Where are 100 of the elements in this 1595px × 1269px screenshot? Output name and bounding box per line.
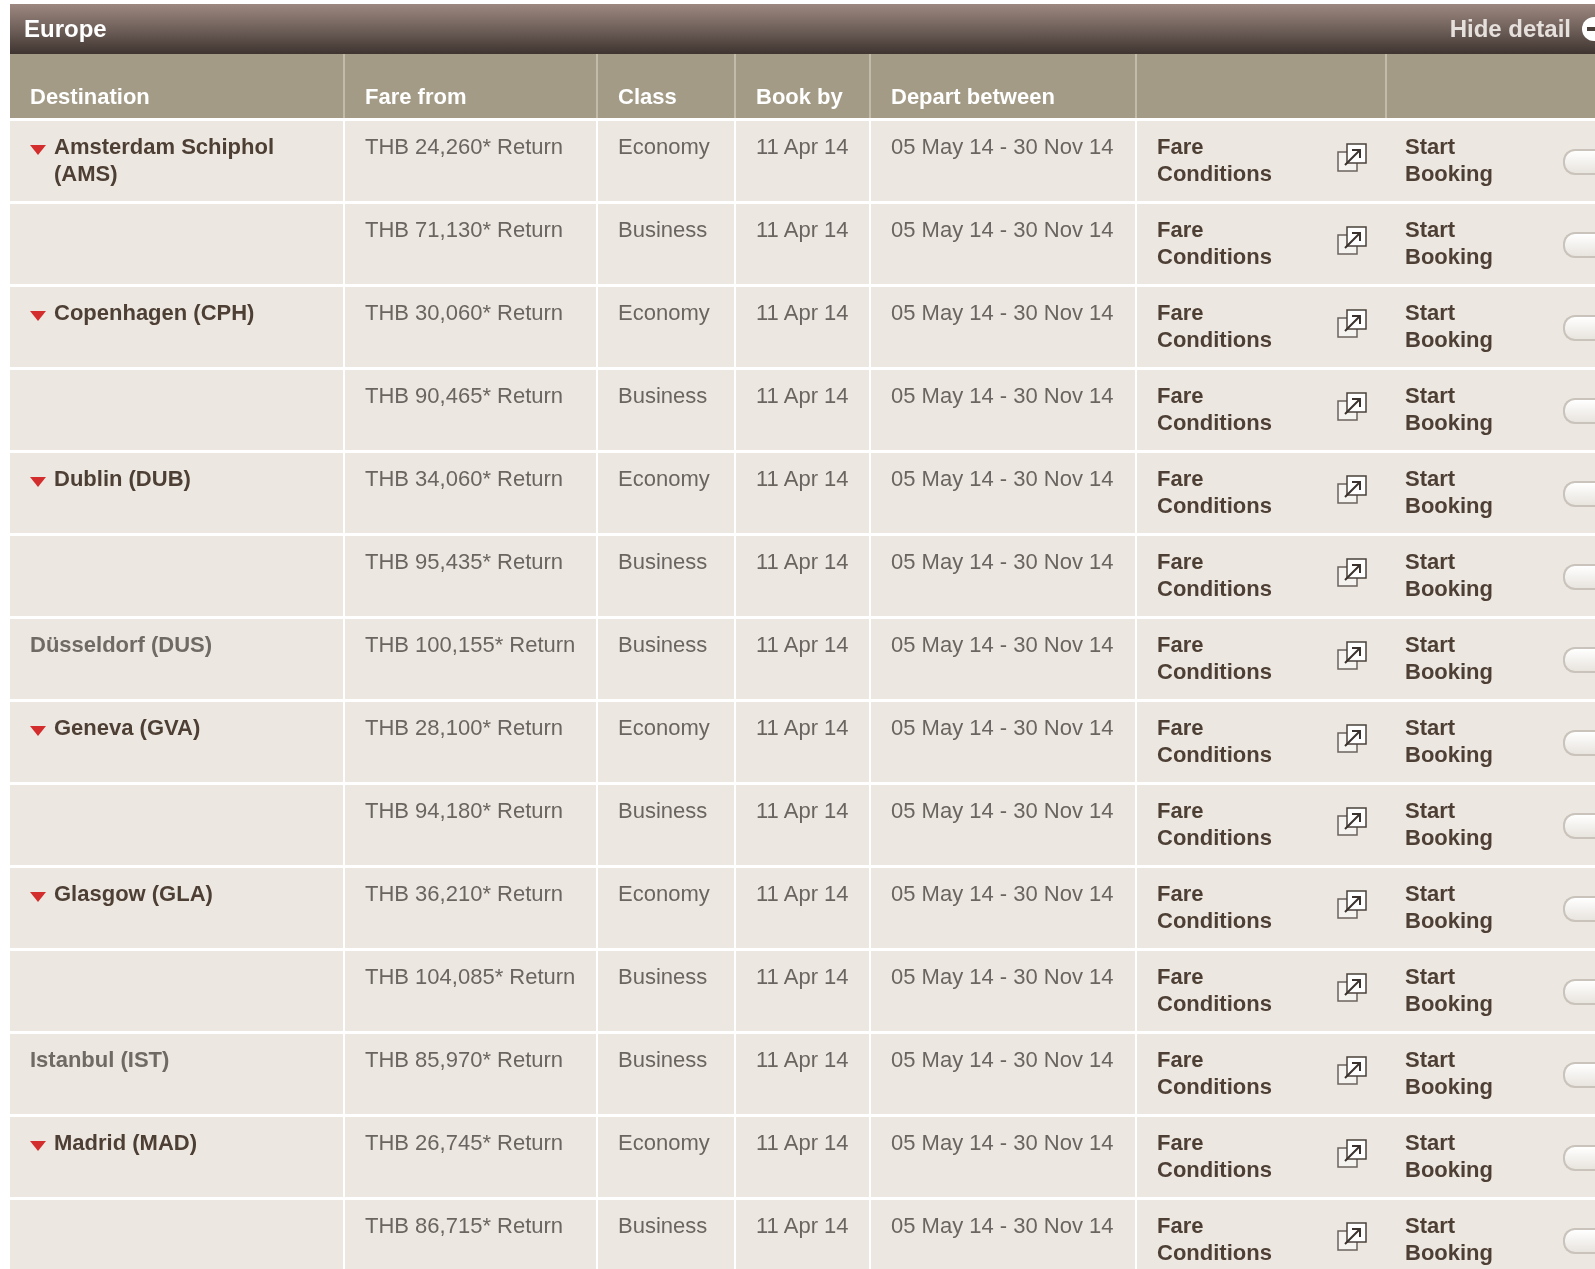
depart-cell: 05 May 14 - 30 Nov 14 — [869, 619, 1135, 699]
fare-conditions-link[interactable]: Fare Conditions — [1157, 1212, 1297, 1266]
destination-name: Istanbul (IST) — [30, 1046, 170, 1073]
fare-conditions-link[interactable]: Fare Conditions — [1157, 216, 1297, 270]
class-cell: Economy — [596, 702, 734, 782]
class-cell: Economy — [596, 287, 734, 367]
destination-name: Dublin (DUB) — [54, 465, 191, 492]
depart-cell: 05 May 14 - 30 Nov 14 — [869, 370, 1135, 450]
book-by-cell: 11 Apr 14 — [734, 287, 869, 367]
class-cell: Business — [596, 1034, 734, 1114]
hide-detail-link[interactable]: Hide detail — [1449, 15, 1595, 43]
start-booking-link[interactable]: Start Booking — [1405, 714, 1545, 768]
class-cell: Business — [596, 619, 734, 699]
fare-cell: THB 85,970* Return — [343, 1034, 596, 1114]
book-by-cell: 11 Apr 14 — [734, 121, 869, 201]
destination-name: Glasgow (GLA) — [54, 880, 213, 907]
popup-window-icon[interactable] — [1337, 309, 1367, 339]
caret-icon[interactable] — [30, 892, 46, 902]
start-booking-link[interactable]: Start Booking — [1405, 631, 1545, 685]
depart-cell: 05 May 14 - 30 Nov 14 — [869, 868, 1135, 948]
popup-window-icon[interactable] — [1337, 392, 1367, 422]
popup-window-icon[interactable] — [1337, 1056, 1367, 1086]
fare-conditions-link[interactable]: Fare Conditions — [1157, 382, 1297, 436]
fare-conditions-link[interactable]: Fare Conditions — [1157, 631, 1297, 685]
book-by-cell: 11 Apr 14 — [734, 1034, 869, 1114]
class-cell: Business — [596, 370, 734, 450]
fare-conditions-link[interactable]: Fare Conditions — [1157, 1129, 1297, 1183]
book-by-cell: 11 Apr 14 — [734, 204, 869, 284]
depart-cell: 05 May 14 - 30 Nov 14 — [869, 287, 1135, 367]
caret-icon[interactable] — [30, 477, 46, 487]
start-booking-link[interactable]: Start Booking — [1405, 797, 1545, 851]
fare-conditions-link[interactable]: Fare Conditions — [1157, 963, 1297, 1017]
fare-conditions-link[interactable]: Fare Conditions — [1157, 797, 1297, 851]
popup-window-icon[interactable] — [1337, 641, 1367, 671]
caret-icon[interactable] — [30, 311, 46, 321]
fare-conditions-link[interactable]: Fare Conditions — [1157, 299, 1297, 353]
popup-window-icon[interactable] — [1337, 226, 1367, 256]
book-by-cell: 11 Apr 14 — [734, 1200, 869, 1269]
class-cell: Business — [596, 951, 734, 1031]
book-by-cell: 11 Apr 14 — [734, 619, 869, 699]
class-cell: Business — [596, 536, 734, 616]
start-booking-link[interactable]: Start Booking — [1405, 880, 1545, 934]
start-booking-link[interactable]: Start Booking — [1405, 216, 1545, 270]
start-booking-link[interactable]: Start Booking — [1405, 1212, 1545, 1266]
start-booking-link[interactable]: Start Booking — [1405, 299, 1545, 353]
popup-window-icon[interactable] — [1337, 558, 1367, 588]
column-header: Book by — [734, 54, 869, 118]
destination-name: Amsterdam Schiphol (AMS) — [54, 133, 276, 187]
fare-conditions-link[interactable]: Fare Conditions — [1157, 880, 1297, 934]
fare-conditions-link[interactable]: Fare Conditions — [1157, 1046, 1297, 1100]
fare-cell: THB 95,435* Return — [343, 536, 596, 616]
popup-window-icon[interactable] — [1337, 1222, 1367, 1252]
depart-cell: 05 May 14 - 30 Nov 14 — [869, 453, 1135, 533]
class-cell: Economy — [596, 868, 734, 948]
depart-cell: 05 May 14 - 30 Nov 14 — [869, 951, 1135, 1031]
destination-name: Madrid (MAD) — [54, 1129, 197, 1156]
caret-icon[interactable] — [30, 1141, 46, 1151]
destination-name: Geneva (GVA) — [54, 714, 201, 741]
start-booking-link[interactable]: Start Booking — [1405, 548, 1545, 602]
popup-window-icon[interactable] — [1337, 1139, 1367, 1169]
popup-window-icon[interactable] — [1337, 973, 1367, 1003]
fare-cell: THB 36,210* Return — [343, 868, 596, 948]
caret-icon[interactable] — [30, 726, 46, 736]
caret-icon[interactable] — [30, 145, 46, 155]
book-by-cell: 11 Apr 14 — [734, 702, 869, 782]
popup-window-icon[interactable] — [1337, 890, 1367, 920]
fare-conditions-link[interactable]: Fare Conditions — [1157, 714, 1297, 768]
book-by-cell: 11 Apr 14 — [734, 1117, 869, 1197]
depart-cell: 05 May 14 - 30 Nov 14 — [869, 1200, 1135, 1269]
destination-name: Düsseldorf (DUS) — [30, 631, 213, 658]
popup-window-icon[interactable] — [1337, 724, 1367, 754]
popup-window-icon[interactable] — [1337, 143, 1367, 173]
depart-cell: 05 May 14 - 30 Nov 14 — [869, 121, 1135, 201]
start-booking-link[interactable]: Start Booking — [1405, 382, 1545, 436]
destination-name: Copenhagen (CPH) — [54, 299, 255, 326]
book-by-cell: 11 Apr 14 — [734, 453, 869, 533]
column-header: Depart between — [869, 54, 1135, 118]
fare-cell: THB 100,155* Return — [343, 619, 596, 699]
depart-cell: 05 May 14 - 30 Nov 14 — [869, 1117, 1135, 1197]
fare-conditions-link[interactable]: Fare Conditions — [1157, 133, 1297, 187]
depart-cell: 05 May 14 - 30 Nov 14 — [869, 1034, 1135, 1114]
column-header: Destination — [29, 83, 151, 111]
class-cell: Business — [596, 204, 734, 284]
column-header: Fare from — [343, 54, 596, 118]
depart-cell: 05 May 14 - 30 Nov 14 — [869, 536, 1135, 616]
class-cell: Economy — [596, 121, 734, 201]
fare-cell: THB 86,715* Return — [343, 1200, 596, 1269]
fare-cell: THB 34,060* Return — [343, 453, 596, 533]
fare-conditions-link[interactable]: Fare Conditions — [1157, 548, 1297, 602]
depart-cell: 05 May 14 - 30 Nov 14 — [869, 204, 1135, 284]
fare-cell: THB 94,180* Return — [343, 785, 596, 865]
start-booking-link[interactable]: Start Booking — [1405, 465, 1545, 519]
book-by-cell: 11 Apr 14 — [734, 785, 869, 865]
start-booking-link[interactable]: Start Booking — [1405, 1046, 1545, 1100]
fare-conditions-link[interactable]: Fare Conditions — [1157, 465, 1297, 519]
start-booking-link[interactable]: Start Booking — [1405, 133, 1545, 187]
start-booking-link[interactable]: Start Booking — [1405, 963, 1545, 1017]
popup-window-icon[interactable] — [1337, 807, 1367, 837]
start-booking-link[interactable]: Start Booking — [1405, 1129, 1545, 1183]
popup-window-icon[interactable] — [1337, 475, 1367, 505]
